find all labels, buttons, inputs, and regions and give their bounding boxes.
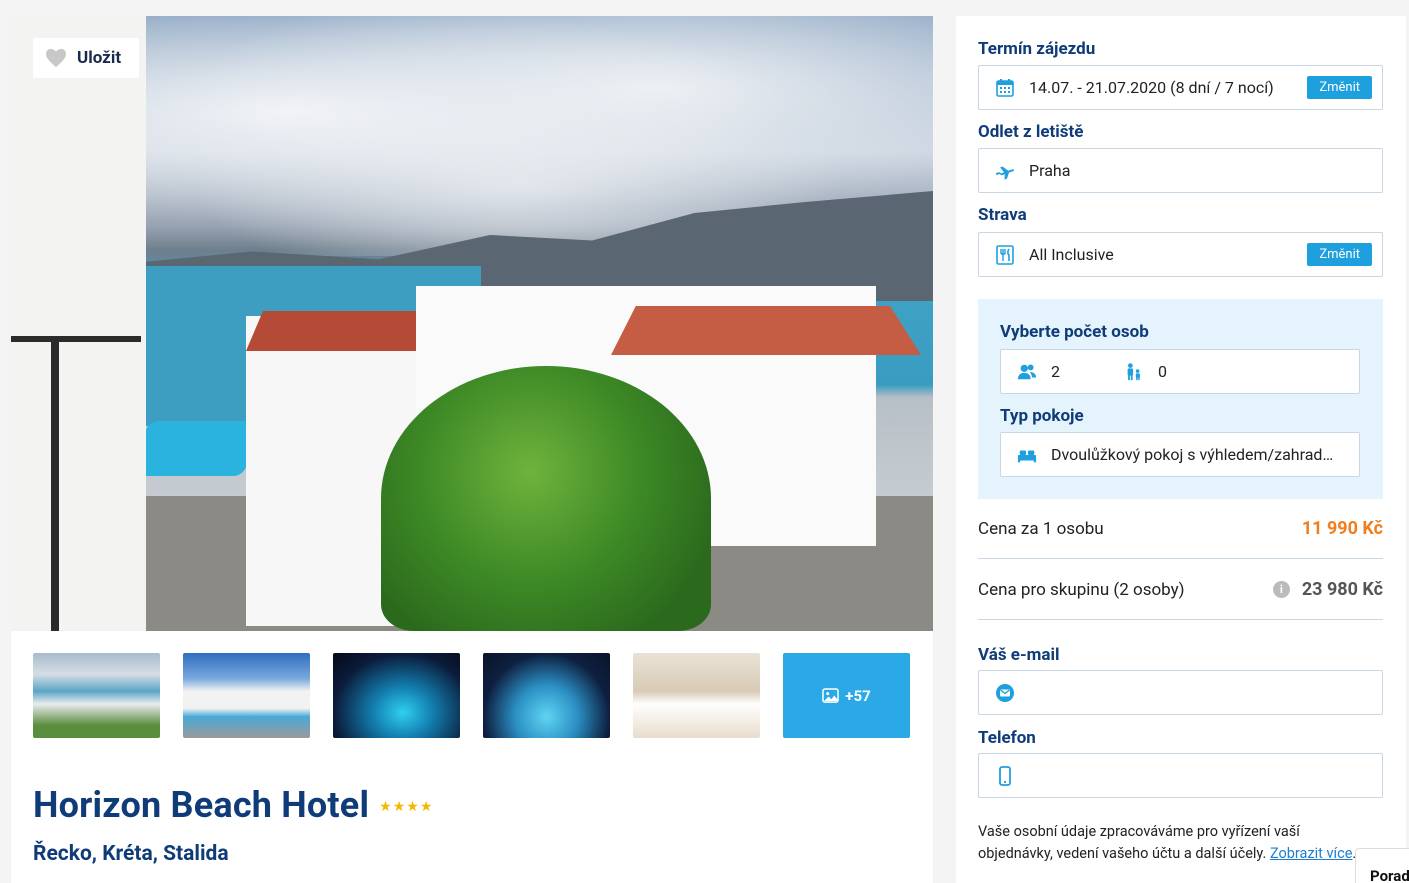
hero-tree bbox=[381, 366, 711, 631]
privacy-notice: Vaše osobní údaje zpracováváme pro vyříz… bbox=[978, 821, 1368, 865]
price-per-person-row: Cena za 1 osobu 11 990 Kč bbox=[978, 518, 1383, 539]
room-selector[interactable]: Dvoulůžkový pokoj s výhledem/zahrada ... bbox=[1000, 432, 1360, 477]
hero-roof-small bbox=[246, 311, 416, 351]
adults-count[interactable]: 2 bbox=[1017, 362, 1060, 382]
term-value: 14.07. - 21.07.2020 (8 dní / 7 nocí) bbox=[1029, 78, 1274, 97]
children-value: 0 bbox=[1158, 362, 1167, 381]
star-rating: ★★★★ bbox=[379, 799, 434, 815]
adults-value: 2 bbox=[1051, 362, 1060, 381]
persons-selector[interactable]: 2 0 bbox=[1000, 349, 1360, 394]
calendar-icon bbox=[996, 78, 1014, 97]
email-field[interactable] bbox=[978, 670, 1383, 715]
phone-label: Telefon bbox=[978, 728, 1036, 748]
children-count[interactable]: 0 bbox=[1124, 362, 1167, 382]
privacy-text: Vaše osobní údaje zpracováváme pro vyříz… bbox=[978, 823, 1300, 862]
thumbnail-strip: +57 bbox=[33, 653, 911, 739]
term-field[interactable]: 14.07. - 21.07.2020 (8 dní / 7 nocí) Změ… bbox=[978, 65, 1383, 110]
airplane-icon bbox=[995, 166, 1015, 180]
persons-label: Vyberte počet osob bbox=[1000, 322, 1149, 342]
adults-icon bbox=[1017, 364, 1037, 379]
image-icon bbox=[822, 688, 840, 703]
phone-icon bbox=[999, 765, 1011, 786]
bed-icon bbox=[1017, 449, 1037, 462]
room-label: Typ pokoje bbox=[1000, 406, 1084, 426]
departure-value: Praha bbox=[1029, 161, 1071, 180]
meal-label: Strava bbox=[978, 205, 1027, 225]
meal-value: All Inclusive bbox=[1029, 245, 1114, 264]
privacy-more-link[interactable]: Zobrazit více bbox=[1270, 845, 1352, 862]
email-icon bbox=[996, 683, 1014, 702]
hotel-name: Horizon Beach Hotel bbox=[33, 784, 370, 826]
price-per-person-label: Cena za 1 osobu bbox=[978, 518, 1104, 539]
email-label: Váš e-mail bbox=[978, 645, 1060, 665]
persons-room-panel: Vyberte počet osob 2 0 Typ pokoje Dvoulů… bbox=[978, 299, 1383, 499]
thumbnail-2[interactable] bbox=[183, 653, 310, 738]
thumbnail-5[interactable] bbox=[633, 653, 760, 738]
hotel-title-row: Horizon Beach Hotel ★★★★ bbox=[33, 784, 433, 826]
family-icon bbox=[1127, 362, 1140, 380]
price-group-label: Cena pro skupinu (2 osoby) bbox=[978, 579, 1185, 600]
hero-pool bbox=[133, 421, 259, 476]
hotel-location[interactable]: Řecko, Kréta, Stalida bbox=[33, 842, 229, 866]
thumbnail-3[interactable] bbox=[333, 653, 460, 738]
price-group-row: Cena pro skupinu (2 osoby) i 23 980 Kč bbox=[978, 579, 1383, 600]
price-group-value: 23 980 Kč bbox=[1301, 579, 1383, 600]
departure-label: Odlet z letiště bbox=[978, 122, 1084, 142]
price-per-person-value: 11 990 Kč bbox=[1301, 518, 1383, 539]
save-label: Uložit bbox=[77, 48, 122, 68]
change-meal-button[interactable]: Změnit bbox=[1307, 243, 1372, 266]
chat-tab[interactable]: Porad bbox=[1355, 848, 1409, 883]
more-photos-button[interactable]: +57 bbox=[783, 653, 910, 738]
hero-photo[interactable]: Uložit bbox=[11, 16, 933, 631]
more-photos-count: +57 bbox=[845, 686, 871, 705]
price-divider-2 bbox=[978, 619, 1383, 620]
departure-field[interactable]: Praha bbox=[978, 148, 1383, 193]
booking-panel: Termín zájezdu 14.07. - 21.07.2020 (8 dn… bbox=[956, 16, 1406, 883]
change-term-button[interactable]: Změnit bbox=[1307, 76, 1372, 99]
phone-field[interactable] bbox=[978, 753, 1383, 798]
hero-balcony-rail bbox=[11, 336, 141, 631]
cutlery-icon bbox=[996, 244, 1014, 265]
price-divider-1 bbox=[978, 558, 1383, 559]
hotel-gallery-panel: Uložit +57 Horizon Beach Hotel ★★★★ Řeck… bbox=[11, 16, 933, 883]
price-group-wrap: i 23 980 Kč bbox=[1272, 579, 1383, 600]
room-value: Dvoulůžkový pokoj s výhledem/zahrada ... bbox=[1051, 445, 1341, 464]
meal-field[interactable]: All Inclusive Změnit bbox=[978, 232, 1383, 277]
info-icon[interactable]: i bbox=[1272, 581, 1290, 598]
save-button[interactable]: Uložit bbox=[33, 38, 139, 78]
thumbnail-1[interactable] bbox=[33, 653, 160, 738]
heart-icon bbox=[46, 48, 66, 68]
term-label: Termín zájezdu bbox=[978, 39, 1096, 59]
thumbnail-4[interactable] bbox=[483, 653, 610, 738]
